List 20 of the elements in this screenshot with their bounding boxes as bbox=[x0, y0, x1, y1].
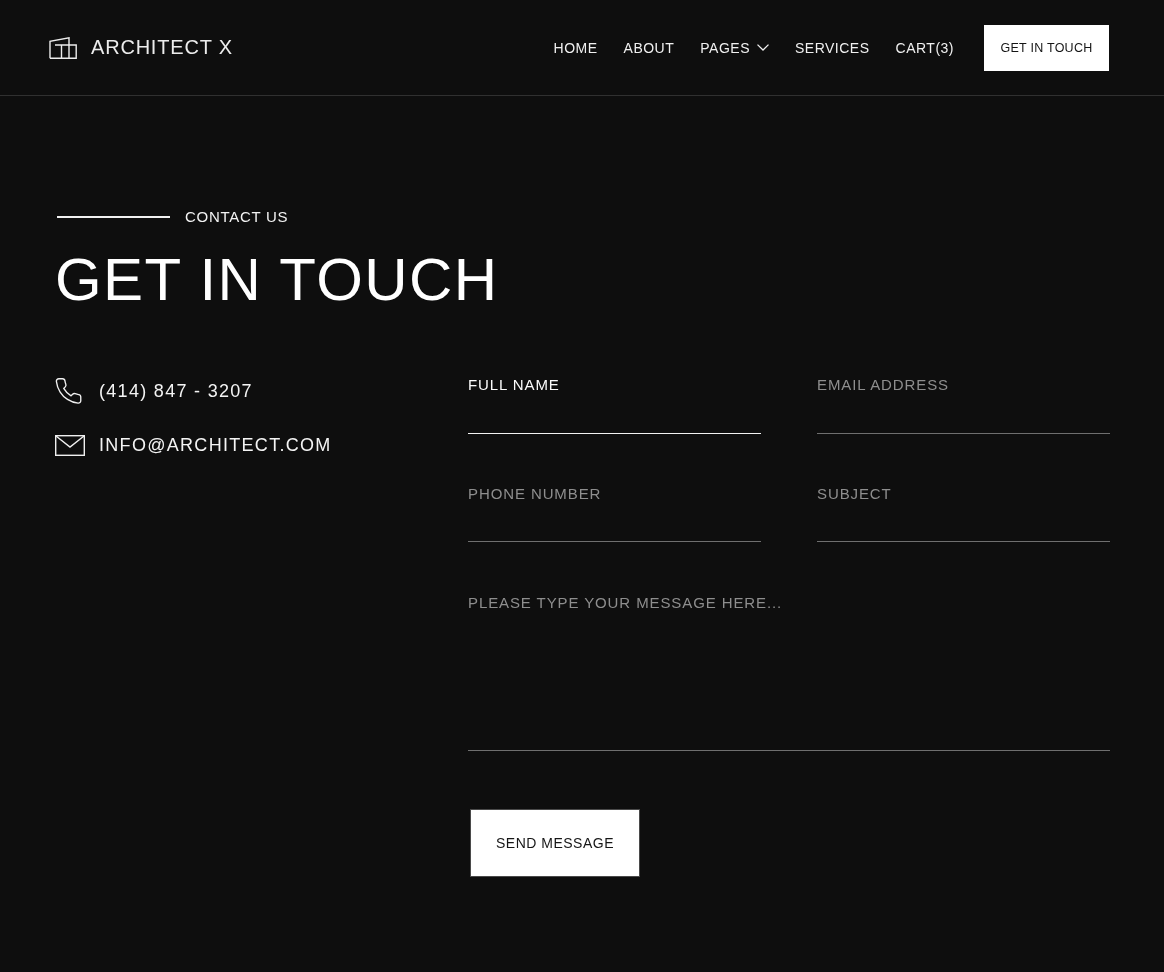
message-field[interactable]: PLEASE TYPE YOUR MESSAGE HERE... bbox=[468, 594, 1110, 751]
email-link[interactable]: INFO@ARCHITECT.COM bbox=[99, 434, 332, 456]
nav-link[interactable]: ABOUT bbox=[623, 38, 675, 57]
nav-link[interactable]: PAGES bbox=[700, 38, 769, 57]
phone-link[interactable]: (414) 847 - 3207 bbox=[99, 380, 253, 402]
caret-icon bbox=[757, 44, 769, 51]
section-label: CONTACT US bbox=[185, 208, 289, 226]
send-message-button[interactable]: SEND MESSAGE bbox=[470, 809, 640, 877]
building-icon bbox=[49, 36, 77, 59]
text-field[interactable]: SUBJECT bbox=[817, 484, 1110, 542]
logo-link[interactable]: ARCHITECT X bbox=[49, 36, 233, 59]
text-field[interactable]: EMAIL ADDRESS bbox=[817, 376, 1110, 434]
mail-icon bbox=[55, 434, 85, 456]
page-heading: GET IN TOUCH bbox=[55, 247, 499, 313]
get-in-touch-button[interactable]: GET IN TOUCH bbox=[984, 24, 1109, 71]
nav-link[interactable]: HOME bbox=[553, 38, 598, 57]
phone-icon bbox=[55, 378, 82, 404]
text-field[interactable]: PHONE NUMBER bbox=[468, 484, 761, 542]
nav-link[interactable]: SERVICES bbox=[795, 38, 870, 57]
nav-link[interactable]: CART(3) bbox=[895, 38, 954, 57]
